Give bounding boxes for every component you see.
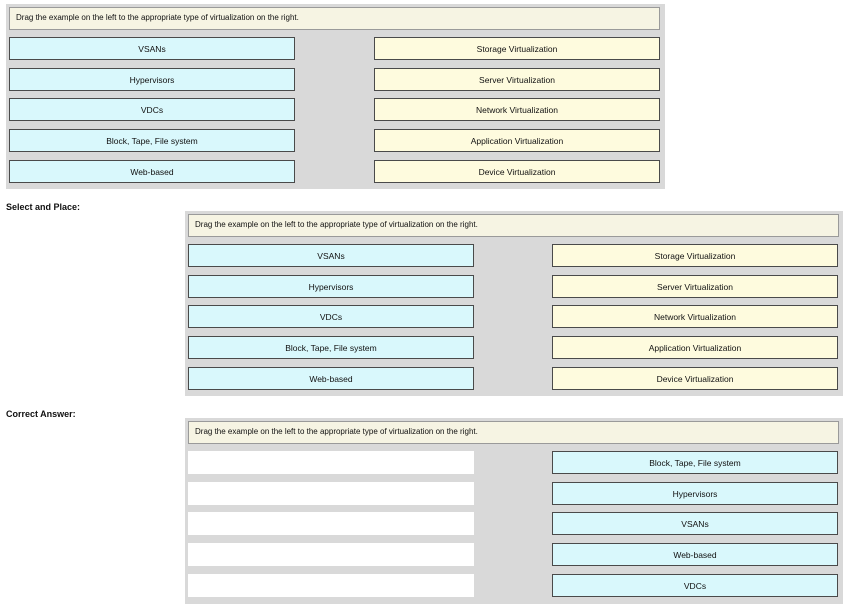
empty-source-slot — [188, 512, 474, 535]
empty-source-slot — [188, 482, 474, 505]
drop-target-item[interactable]: Storage Virtualization — [552, 244, 838, 267]
instruction-text: Drag the example on the left to the appr… — [9, 7, 660, 30]
drag-source-item[interactable]: Block, Tape, File system — [9, 129, 295, 152]
drop-target-item[interactable]: Device Virtualization — [552, 367, 838, 390]
empty-source-slot — [188, 543, 474, 566]
drag-source-item[interactable]: Hypervisors — [188, 275, 474, 298]
placed-answer-item[interactable]: VSANs — [552, 512, 838, 535]
drag-source-item[interactable]: Web-based — [188, 367, 474, 390]
instruction-text: Drag the example on the left to the appr… — [188, 421, 839, 444]
drag-source-item[interactable]: Block, Tape, File system — [188, 336, 474, 359]
drag-source-item[interactable]: VSANs — [188, 244, 474, 267]
select-and-place-label: Select and Place: — [6, 202, 81, 212]
empty-source-slot — [188, 574, 474, 597]
drag-source-item[interactable]: VDCs — [9, 98, 295, 121]
drop-target-item[interactable]: Storage Virtualization — [374, 37, 660, 60]
drop-target-item[interactable]: Network Virtualization — [552, 305, 838, 328]
drop-target-item[interactable]: Server Virtualization — [552, 275, 838, 298]
drag-source-item[interactable]: VSANs — [9, 37, 295, 60]
drop-target-item[interactable]: Application Virtualization — [552, 336, 838, 359]
placed-answer-item[interactable]: Web-based — [552, 543, 838, 566]
drag-source-item[interactable]: VDCs — [188, 305, 474, 328]
placed-answer-item[interactable]: VDCs — [552, 574, 838, 597]
drop-target-item[interactable]: Server Virtualization — [374, 68, 660, 91]
drag-source-item[interactable]: Web-based — [9, 160, 295, 183]
drop-target-item[interactable]: Network Virtualization — [374, 98, 660, 121]
drop-target-item[interactable]: Application Virtualization — [374, 129, 660, 152]
drop-target-item[interactable]: Device Virtualization — [374, 160, 660, 183]
placed-answer-item[interactable]: Block, Tape, File system — [552, 451, 838, 474]
placed-answer-item[interactable]: Hypervisors — [552, 482, 838, 505]
correct-answer-label: Correct Answer: — [6, 409, 76, 419]
empty-source-slot — [188, 451, 474, 474]
drag-source-item[interactable]: Hypervisors — [9, 68, 295, 91]
instruction-text: Drag the example on the left to the appr… — [188, 214, 839, 237]
